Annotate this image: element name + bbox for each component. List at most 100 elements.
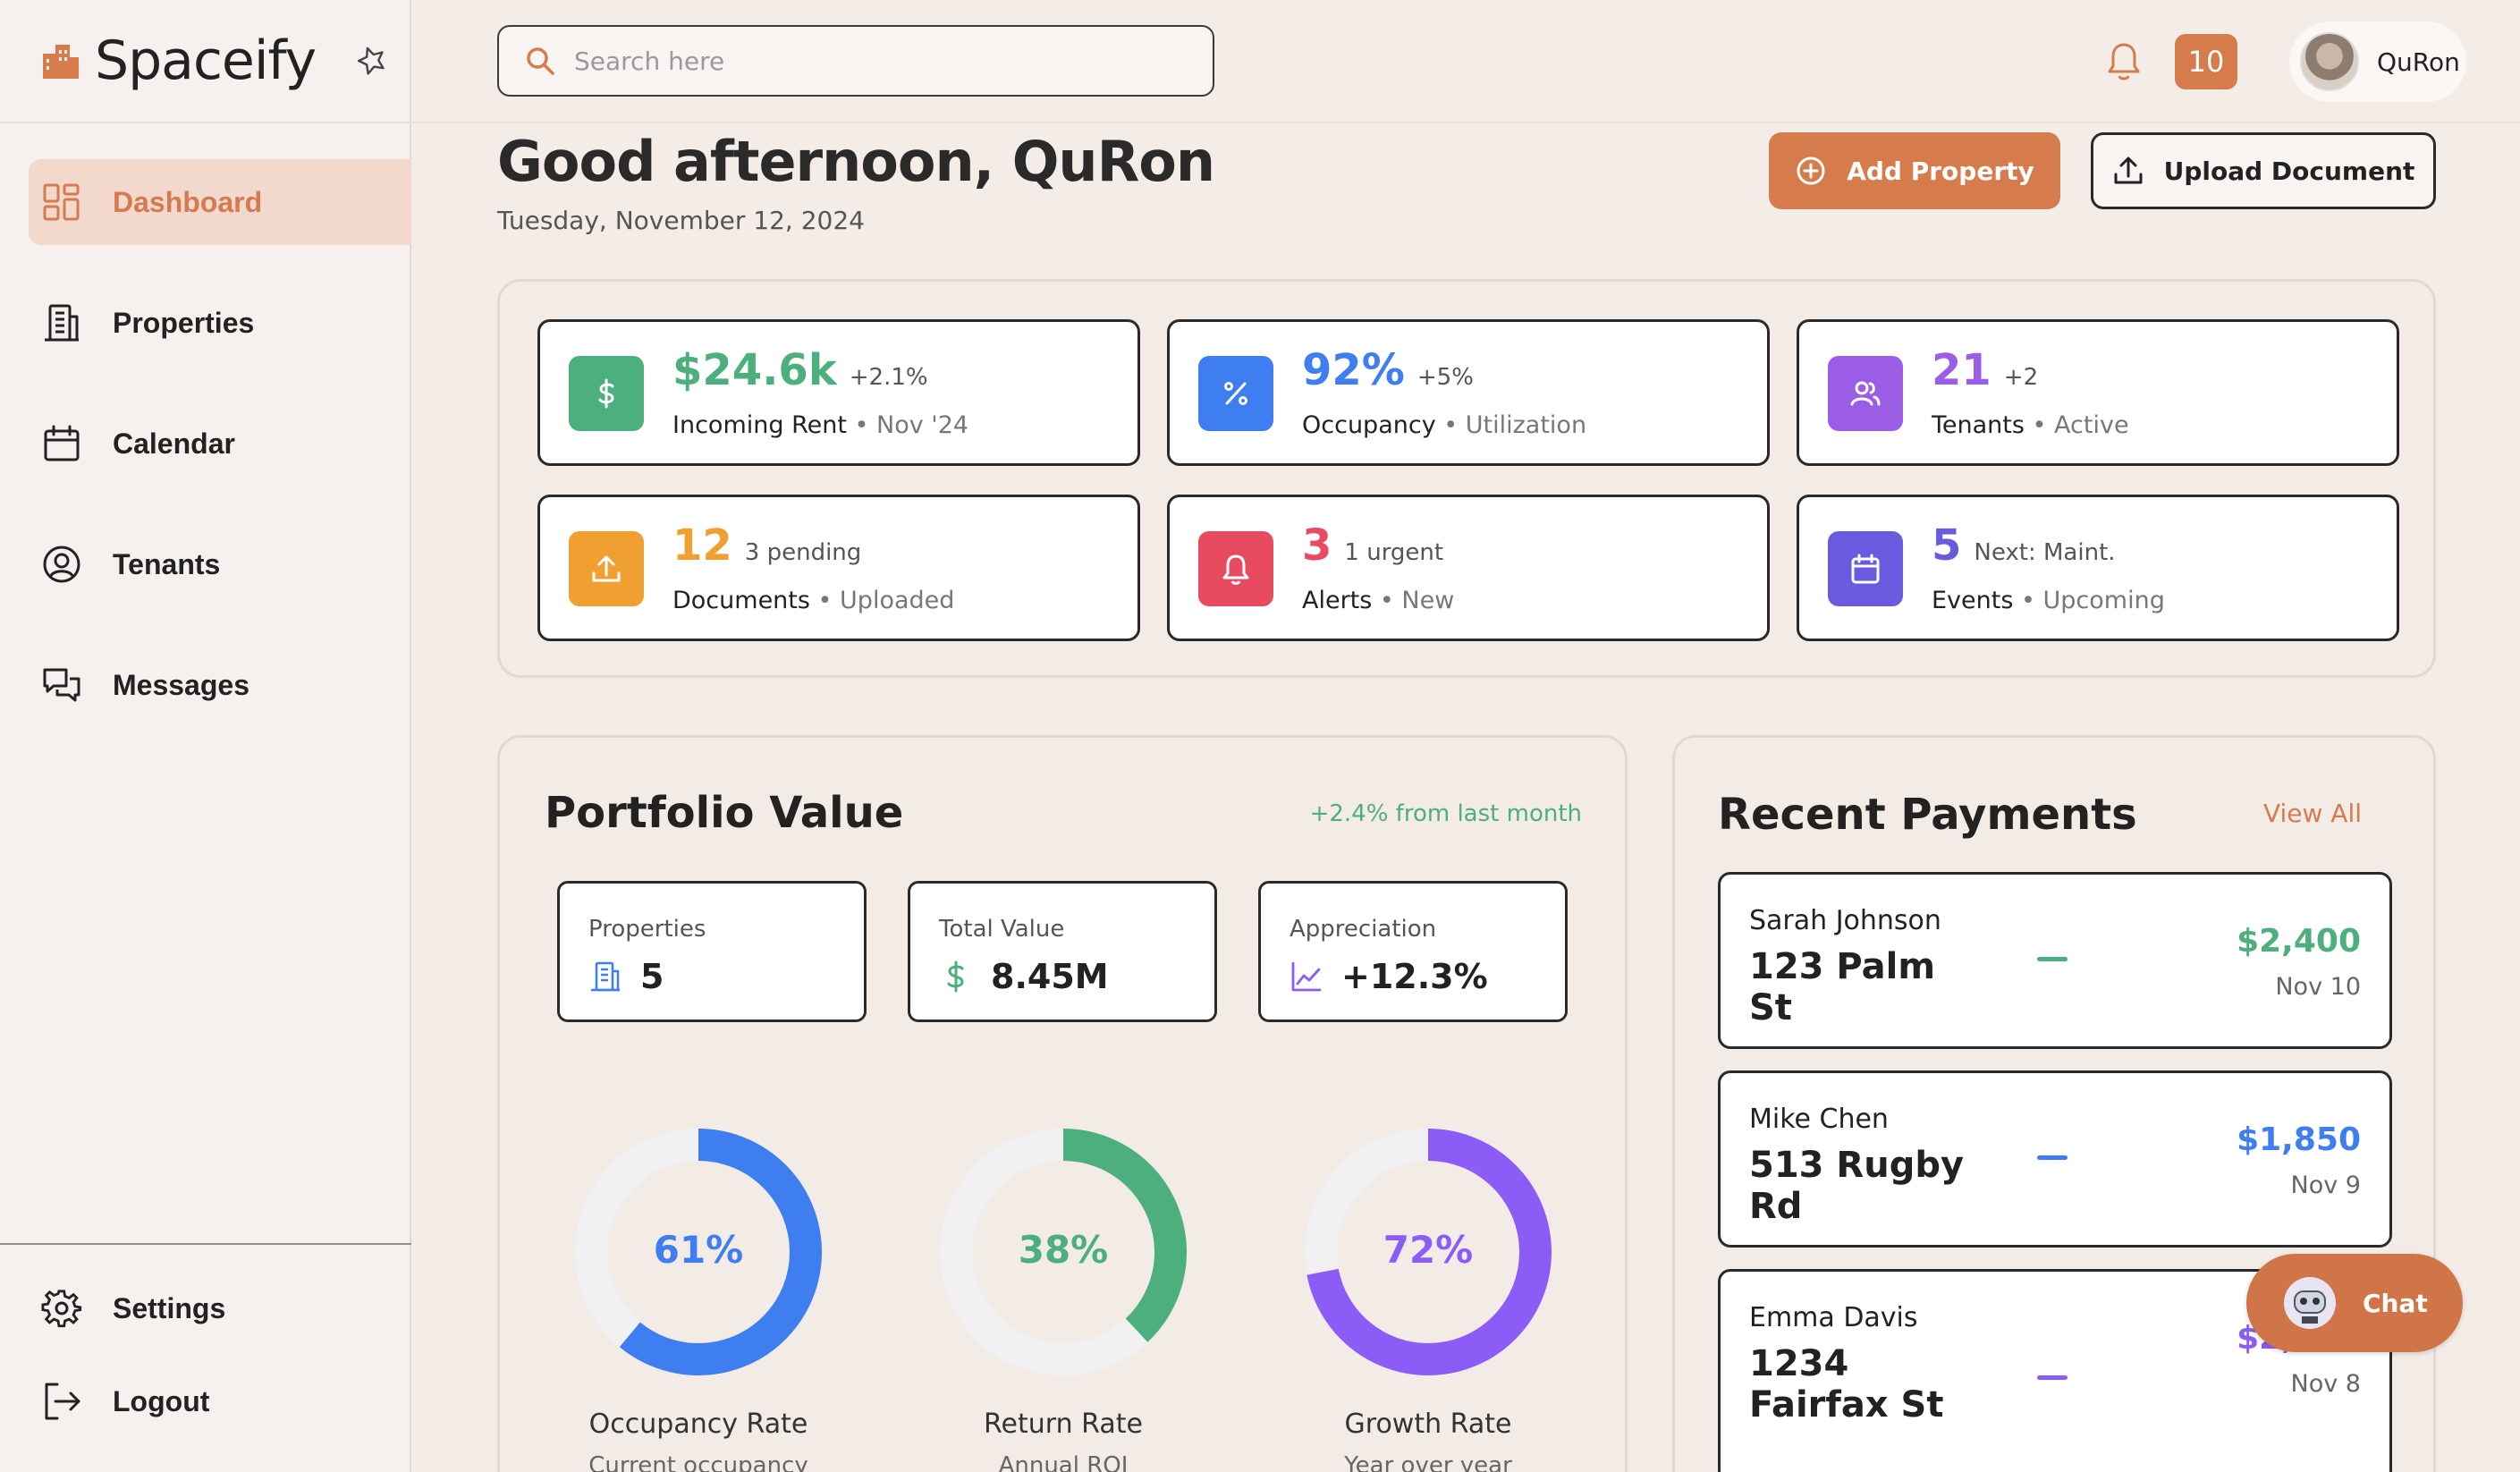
bell-icon[interactable] [2105, 41, 2143, 82]
stat-card-events[interactable]: 5 Next: Maint. Events • Upcoming [1797, 495, 2399, 641]
payment-indicator [2037, 1375, 2068, 1380]
recent-payments-panel: Recent Payments View All Sarah Johnson 1… [1672, 735, 2436, 1472]
search-input[interactable] [574, 46, 1200, 76]
search-icon [527, 47, 554, 75]
donut-percent: 61% [654, 1228, 744, 1272]
sidebar-item-label: Settings [113, 1291, 226, 1324]
page-title: Good afternoon, QuRon [497, 129, 1215, 194]
plus-circle-icon [1797, 157, 1825, 185]
sidebar-nav: Dashboard Properties Calendar Tenants Me… [29, 159, 411, 763]
payment-address: 1234 Fairfax St [1749, 1343, 1944, 1425]
stat-card-documents[interactable]: 12 3 pending Documents • Uploaded [537, 495, 1140, 641]
sidebar-item-settings[interactable]: Settings [41, 1277, 399, 1340]
sidebar-item-label: Calendar [113, 427, 235, 460]
sidebar-item-dashboard[interactable]: Dashboard [29, 159, 411, 245]
brand[interactable]: Spaceify [39, 27, 317, 95]
mini-card-value: +12.3% [1341, 957, 1488, 996]
sidebar-item-label: Tenants [113, 547, 221, 580]
portfolio-card-properties[interactable]: Properties 5 [557, 881, 867, 1022]
payment-amount: $1,850 [2237, 1121, 2361, 1158]
portfolio-card-total-value[interactable]: Total Value 8.45M [908, 881, 1217, 1022]
sidebar-item-tenants[interactable]: Tenants [29, 521, 411, 607]
payment-amount: $2,400 [2237, 923, 2361, 960]
chat-bubbles-icon [43, 668, 80, 702]
stat-card-tenants[interactable]: 21 +2 Tenants • Active [1797, 319, 2399, 466]
calendar-icon [1828, 531, 1903, 606]
payments-title: Recent Payments [1718, 790, 2137, 840]
pin-sidebar-icon[interactable] [354, 43, 390, 79]
dollar-icon [569, 356, 644, 431]
stat-card-occupancy[interactable]: 92% +5% Occupancy • Utilization [1167, 319, 1770, 466]
mini-card-label: Total Value [939, 916, 1065, 943]
stat-value: 21 [1932, 345, 1991, 395]
donut-sublabel: Current occupancy [588, 1452, 808, 1472]
donut-sublabel: Year over year [1344, 1452, 1512, 1472]
user-profile-button[interactable]: QuRon [2289, 21, 2466, 102]
stat-label: Tenants [1932, 411, 2025, 439]
donut-sublabel: Annual ROI [998, 1452, 1129, 1472]
donut-label: Return Rate [984, 1409, 1143, 1440]
stat-note: • Utilization [1435, 411, 1587, 439]
stat-card-alerts[interactable]: 3 1 urgent Alerts • New [1167, 495, 1770, 641]
payment-indicator [2037, 957, 2068, 961]
stat-delta: 3 pending [744, 539, 862, 566]
donut-percent: 38% [1019, 1228, 1109, 1272]
bell-icon [1198, 531, 1273, 606]
search-box[interactable] [497, 25, 1214, 97]
upload-document-label: Upload Document [2163, 156, 2415, 186]
users-icon [1828, 356, 1903, 431]
sidebar: Spaceify Dashboard Properties Calendar T… [0, 0, 411, 1472]
stat-value: 5 [1932, 520, 1962, 571]
mini-card-label: Appreciation [1290, 916, 1437, 943]
percent-icon [1198, 356, 1273, 431]
donut-chart: 72% [1305, 1129, 1552, 1375]
sidebar-item-label: Logout [113, 1384, 210, 1417]
upload-document-button[interactable]: Upload Document [2091, 132, 2436, 209]
stat-value: 92% [1302, 345, 1405, 395]
portfolio-value-panel: Portfolio Value +2.4% from last month Pr… [497, 735, 1628, 1472]
stat-label: Events [1932, 587, 2014, 614]
sidebar-item-messages[interactable]: Messages [29, 642, 411, 728]
donut-growth-rate: 72% Growth Rate Year over year [1294, 1122, 1562, 1472]
trend-chart-icon [1291, 961, 1322, 992]
payment-address: 513 Rugby Rd [1749, 1145, 1965, 1227]
add-property-button[interactable]: Add Property [1769, 132, 2060, 209]
chat-button[interactable]: Chat [2246, 1254, 2463, 1352]
sidebar-item-calendar[interactable]: Calendar [29, 401, 411, 486]
building-icon [45, 304, 79, 342]
user-circle-icon [43, 546, 80, 583]
donut-percent: 72% [1383, 1228, 1474, 1272]
divider [0, 1243, 411, 1245]
top-bar: 10 QuRon [411, 0, 2520, 123]
upload-icon [569, 531, 644, 606]
payment-date: Nov 10 [2275, 973, 2361, 1001]
stat-note: • Upcoming [2013, 587, 2165, 614]
avatar [2300, 32, 2359, 91]
user-name: QuRon [2377, 47, 2460, 77]
view-all-link[interactable]: View All [2263, 799, 2362, 828]
stat-value: 3 [1302, 520, 1332, 571]
stat-delta: +2.1% [849, 364, 928, 391]
stat-card-incoming-rent[interactable]: $24.6k +2.1% Incoming Rent • Nov '24 [537, 319, 1140, 466]
payment-item[interactable]: Sarah Johnson 123 Palm St $2,400 Nov 10 [1718, 872, 2392, 1049]
stat-delta: 1 urgent [1344, 539, 1444, 566]
payer-name: Mike Chen [1749, 1104, 1889, 1135]
portfolio-change: +2.4% from last month [1309, 800, 1582, 827]
sidebar-item-logout[interactable]: Logout [41, 1370, 399, 1433]
payment-item[interactable]: Mike Chen 513 Rugby Rd $1,850 Nov 9 [1718, 1070, 2392, 1248]
donut-label: Growth Rate [1344, 1409, 1512, 1440]
stat-delta: Next: Maint. [1974, 539, 2116, 566]
chat-label: Chat [2363, 1288, 2428, 1318]
stat-note: • Uploaded [809, 587, 955, 614]
logout-icon [45, 1383, 80, 1420]
mini-card-value: 5 [640, 957, 664, 996]
payment-indicator [2037, 1155, 2068, 1160]
buildings-logo-icon [43, 45, 79, 79]
stat-delta: +2 [2003, 364, 2039, 391]
brand-name: Spaceify [95, 30, 317, 92]
sidebar-item-label: Messages [113, 668, 249, 701]
notification-count-badge[interactable]: 10 [2175, 34, 2237, 89]
donut-chart: 38% [940, 1129, 1187, 1375]
sidebar-item-properties[interactable]: Properties [29, 280, 411, 366]
portfolio-card-appreciation[interactable]: Appreciation +12.3% [1258, 881, 1568, 1022]
